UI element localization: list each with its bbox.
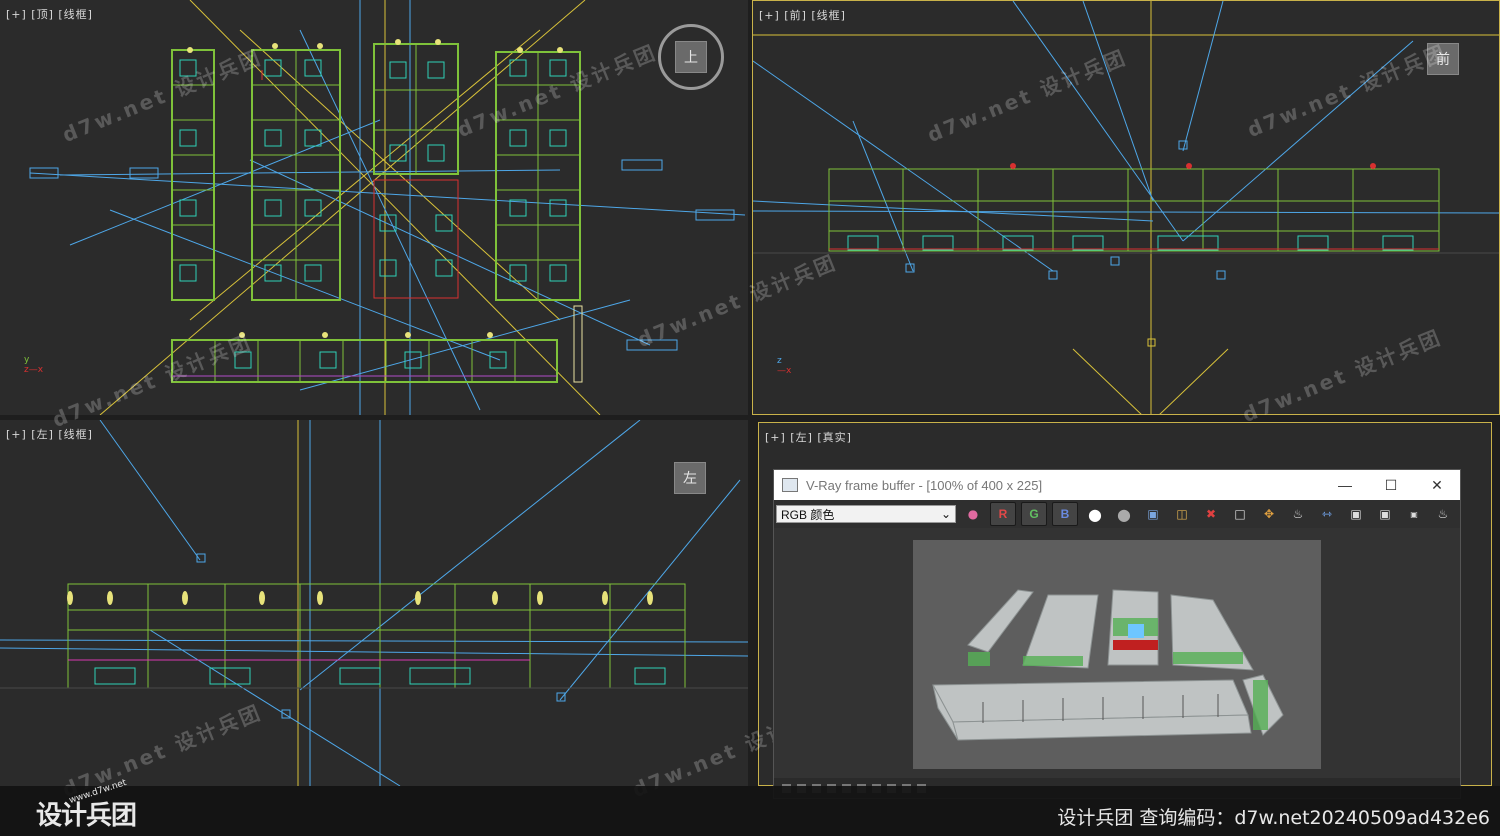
ab-compare-a-icon[interactable]: ▣: [1344, 503, 1368, 525]
open-folder-icon[interactable]: ◫: [1170, 503, 1194, 525]
render-teapot-icon[interactable]: ♨: [1431, 503, 1455, 525]
close-icon[interactable]: ✕: [1414, 470, 1460, 500]
compare-icon[interactable]: ⇿: [1315, 503, 1339, 525]
viewcube-left[interactable]: 左: [674, 462, 706, 494]
white-circle-icon[interactable]: ●: [1083, 503, 1107, 525]
color-channels-icon[interactable]: ●: [961, 503, 985, 525]
front-wireframe: [753, 1, 1499, 414]
viewport-top-label[interactable]: [+] [顶] [线框]: [6, 6, 93, 22]
minimize-icon[interactable]: —: [1322, 470, 1368, 500]
teapot-icon[interactable]: ♨: [1286, 503, 1310, 525]
viewport-left[interactable]: [+] [左] [线框] 左: [0, 420, 748, 786]
stop-icon[interactable]: ▣: [1402, 503, 1426, 525]
clear-icon[interactable]: ✖: [1199, 503, 1223, 525]
channel-select-value: RGB 颜色: [781, 507, 835, 522]
vray-frame-buffer-window[interactable]: V-Ray frame buffer - [100% of 400 x 225]…: [773, 469, 1461, 799]
track-mouse-icon[interactable]: ✥: [1257, 503, 1281, 525]
region-render-icon[interactable]: □: [1228, 503, 1252, 525]
vfb-title-bar[interactable]: V-Ray frame buffer - [100% of 400 x 225]…: [774, 470, 1460, 500]
viewcube-top[interactable]: 上: [658, 24, 724, 90]
green-channel-button[interactable]: G: [1021, 502, 1047, 526]
channel-select[interactable]: RGB 颜色 ⌄: [776, 505, 956, 523]
viewport-front-label[interactable]: [+] [前] [线框]: [759, 7, 846, 23]
vfb-canvas[interactable]: [774, 528, 1460, 780]
viewcube-top-face[interactable]: 上: [675, 41, 707, 73]
viewcube-front[interactable]: 前: [1427, 43, 1459, 75]
blue-channel-button[interactable]: B: [1052, 502, 1078, 526]
red-channel-button[interactable]: R: [990, 502, 1016, 526]
axis-gizmo: y z—x: [24, 355, 44, 375]
ab-compare-b-icon[interactable]: ▣: [1373, 503, 1397, 525]
left-wireframe: [0, 420, 748, 786]
chevron-down-icon: ⌄: [940, 507, 951, 521]
vfb-toolbar: RGB 颜色 ⌄ ● R G B ● ● ▣ ◫ ✖ □ ✥ ♨ ⇿ ▣ ▣ ▣ …: [774, 500, 1460, 528]
render-preview: [913, 540, 1321, 769]
viewport-front[interactable]: [+] [前] [线框] 前 z —x: [752, 0, 1500, 415]
query-code-text: 设计兵团 查询编码：d7w.net20240509ad432e6: [1057, 807, 1490, 829]
vfb-app-icon: [782, 478, 798, 492]
viewcube-front-face[interactable]: 前: [1427, 43, 1459, 75]
axis-gizmo: z —x: [777, 356, 792, 376]
site-logo: 设计兵团: [36, 801, 137, 831]
vfb-title: V-Ray frame buffer - [100% of 400 x 225]: [806, 477, 1043, 493]
viewcube-left-face[interactable]: 左: [674, 462, 706, 494]
gray-circle-icon[interactable]: ●: [1112, 503, 1136, 525]
viewport-top[interactable]: [+] [顶] [线框] 上 y z—x: [0, 0, 748, 415]
rendered-image: [913, 540, 1321, 769]
viewport-left-label[interactable]: [+] [左] [线框]: [6, 426, 93, 442]
maximize-icon[interactable]: ☐: [1368, 470, 1414, 500]
top-wireframe: [29, 0, 746, 415]
save-icon[interactable]: ▣: [1141, 503, 1165, 525]
viewport-perspective-label[interactable]: [+] [左] [真实]: [765, 429, 852, 445]
